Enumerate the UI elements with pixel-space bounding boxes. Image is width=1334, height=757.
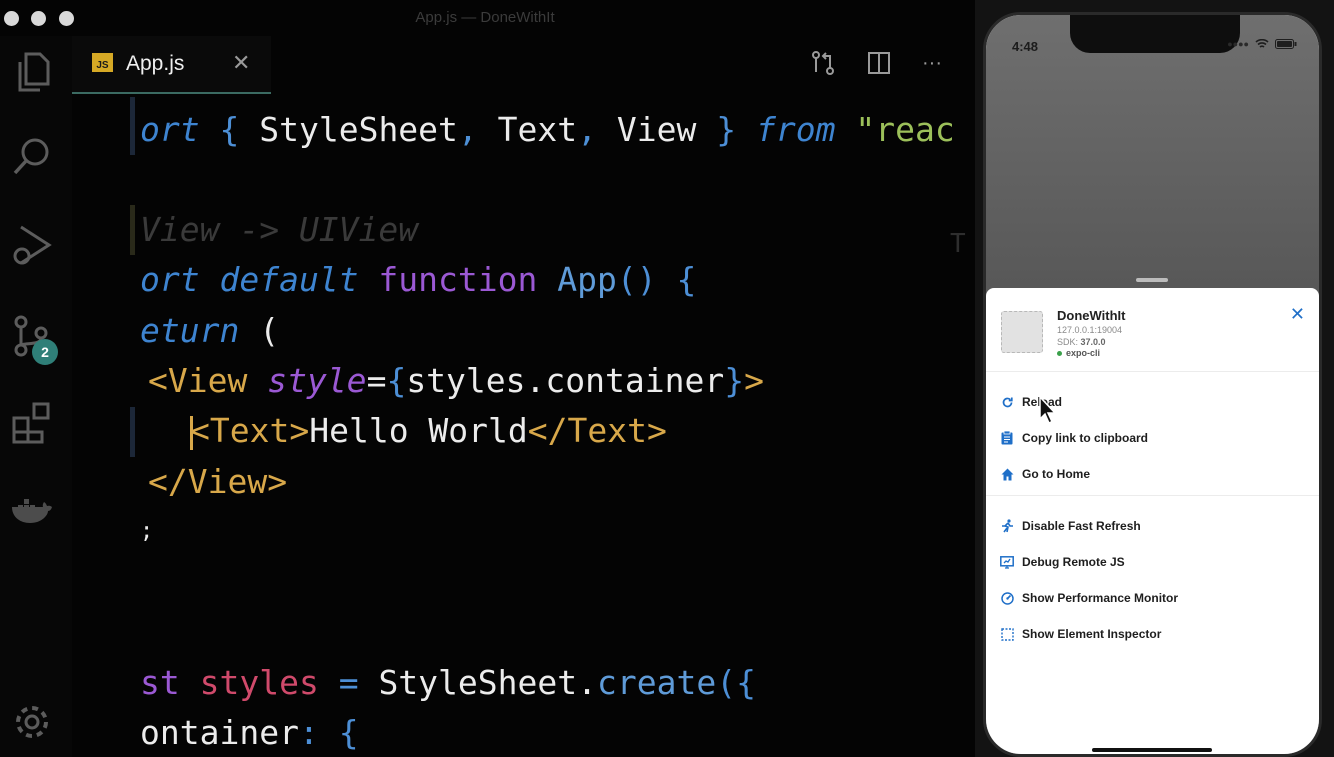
mouse-pointer-icon <box>1039 396 1057 425</box>
settings-gear-icon[interactable] <box>8 698 56 746</box>
split-editor-icon[interactable] <box>865 49 893 77</box>
runtime-label: expo-cli <box>1057 348 1100 358</box>
app-host: 127.0.0.1:19004 <box>1057 325 1123 335</box>
window-title: App.js — DoneWithIt <box>415 9 555 26</box>
reload-icon <box>1000 395 1014 409</box>
signal-icon: ●●●● <box>1227 39 1249 49</box>
code-editor-window: App.js — DoneWithIt 2 JS App.js ✕ ··· or… <box>0 0 975 757</box>
status-dot <box>1057 350 1062 356</box>
code-line-4: eturn ( <box>140 311 280 350</box>
menu-item-debug-remote[interactable]: Debug Remote JS <box>1000 551 1125 573</box>
app-icon <box>1001 311 1043 353</box>
divider <box>986 371 1319 372</box>
status-icons: ●●●● <box>1227 39 1297 49</box>
run-debug-icon[interactable] <box>8 222 56 270</box>
wifi-icon <box>1255 39 1269 48</box>
menu-item-fast-refresh[interactable]: Disable Fast Refresh <box>1000 515 1141 537</box>
code-line-6: <Text>Hello World</Text> <box>190 411 667 450</box>
more-actions-icon[interactable]: ··· <box>918 49 946 77</box>
status-time: 4:48 <box>1012 39 1039 54</box>
docker-icon[interactable] <box>8 488 56 536</box>
home-indicator[interactable] <box>1092 748 1212 752</box>
simulator-window: 4:48 ●●●● DoneWithIt 127.0.0.1:19004 SDK… <box>975 0 1334 757</box>
tab-app-js[interactable]: JS App.js ✕ <box>72 36 271 94</box>
home-icon <box>1000 467 1014 481</box>
activity-bar <box>0 36 72 757</box>
explorer-icon[interactable] <box>8 48 56 96</box>
search-icon[interactable] <box>8 132 56 180</box>
inspector-icon <box>1000 627 1014 641</box>
code-line-7: </View> <box>148 462 288 501</box>
menu-item-performance[interactable]: Show Performance Monitor <box>1000 587 1178 609</box>
run-icon <box>1000 519 1014 533</box>
phone-notch <box>1070 15 1240 53</box>
indent-guide <box>130 407 135 457</box>
menu-item-go-home[interactable]: Go to Home <box>1000 463 1090 485</box>
dev-menu-sheet: DoneWithIt 127.0.0.1:19004 SDK: 37.0.0 e… <box>986 288 1319 754</box>
extensions-icon[interactable] <box>8 398 56 446</box>
tab-label: App.js <box>126 52 185 75</box>
code-line-5: <View style={styles.container}> <box>148 361 764 400</box>
code-line-9: st styles = StyleSheet.create({ <box>140 663 756 702</box>
close-icon[interactable]: ✕ <box>1290 304 1305 325</box>
divider <box>986 495 1319 496</box>
clipboard-icon <box>1000 431 1014 445</box>
open-changes-icon[interactable] <box>809 49 837 77</box>
menu-item-copy-link[interactable]: Copy link to clipboard <box>1000 427 1148 449</box>
code-line-3: ort default function App() { <box>140 260 697 299</box>
battery-icon <box>1275 39 1297 49</box>
code-overflow-char: T <box>950 229 966 259</box>
indent-guide <box>130 97 135 155</box>
debug-monitor-icon <box>1000 555 1014 569</box>
app-name: DoneWithIt <box>1057 308 1126 323</box>
code-line-1: ort { StyleSheet, Text, View } from "rea… <box>140 110 955 149</box>
sheet-drag-handle[interactable] <box>1136 278 1168 282</box>
code-area[interactable]: ort { StyleSheet, Text, View } from "rea… <box>140 100 960 757</box>
menu-item-element-inspector[interactable]: Show Element Inspector <box>1000 623 1161 645</box>
code-line-8: ; <box>140 519 154 544</box>
scm-changes-badge: 2 <box>32 339 58 365</box>
phone-screen: 4:48 ●●●● DoneWithIt 127.0.0.1:19004 SDK… <box>983 12 1322 757</box>
speedometer-icon <box>1000 591 1014 605</box>
sdk-version: SDK: 37.0.0 <box>1057 337 1106 347</box>
code-line-comment: View -> UIView <box>140 210 419 249</box>
code-line-10: ontainer: { <box>140 713 359 752</box>
close-icon[interactable]: ✕ <box>232 50 250 76</box>
indent-guide <box>130 205 135 255</box>
javascript-file-icon: JS <box>92 53 113 72</box>
title-bar: App.js — DoneWithIt <box>0 0 975 36</box>
